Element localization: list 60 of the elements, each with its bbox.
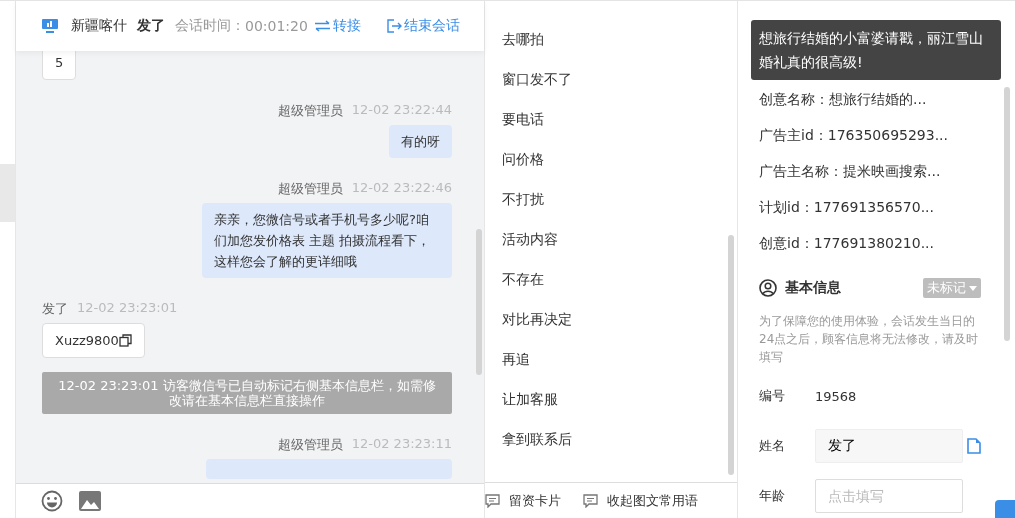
phrase-item[interactable]: 去哪拍 — [502, 19, 737, 59]
ad-info-item: 计划id：177691356570... — [759, 198, 935, 217]
message-bubble: 亲亲，您微信号或者手机号多少呢?咱们加您发价格表 主题 拍摄流程看下，这样您会了解的更详细哦 — [202, 203, 452, 278]
field-label: 编号 — [759, 387, 786, 405]
message-bubble: Xuzz9800 — [42, 323, 145, 358]
transfer-link[interactable]: 转接 — [313, 17, 361, 35]
image-icon[interactable] — [79, 491, 101, 511]
message-time: 12-02 23:22:46 — [351, 180, 452, 197]
visitor-name: 发了 — [137, 17, 165, 35]
phrase-footer-button[interactable]: 留资卡片 — [485, 491, 561, 510]
exit-icon — [387, 19, 402, 33]
tooltip: 想旅行结婚的小富婆请戳，丽江雪山婚礼真的很高级! — [751, 20, 1001, 80]
message-time: 12-02 23:23:01 — [77, 300, 178, 317]
sender-name: 超级管理员 — [277, 102, 343, 120]
monitor-icon — [41, 18, 59, 34]
phrase-item[interactable]: 要电话 — [502, 99, 737, 139]
field-label: 姓名 — [759, 437, 786, 455]
copy-icon[interactable] — [118, 334, 132, 347]
phrase-item[interactable]: 让加客服 — [502, 379, 737, 419]
comment-icon — [485, 493, 500, 508]
phrase-item[interactable]: 拿到联系后 — [502, 419, 737, 459]
ad-info-item: 创意id：177691380210... — [759, 234, 935, 253]
comment-icon — [583, 493, 598, 508]
message-bubble: 有的呀 — [389, 125, 452, 158]
channel-name: 新疆喀什 — [71, 17, 127, 35]
field-value: 19568 — [815, 388, 857, 404]
field-label: 年龄 — [759, 487, 786, 505]
scrollbar-thumb[interactable] — [1004, 87, 1010, 341]
end-session-link[interactable]: 结束会话 — [387, 17, 460, 35]
phrase-item[interactable]: 不打扰 — [502, 179, 737, 219]
phrase-item[interactable]: 对比再决定 — [502, 299, 737, 339]
phrase-footer-button[interactable]: 收起图文常用语 — [583, 491, 698, 510]
sender-name: 超级管理员 — [277, 180, 343, 198]
scrollbar-thumb[interactable] — [728, 235, 734, 475]
phrase-item[interactable]: 再追 — [502, 339, 737, 379]
sender-name: 超级管理员 — [277, 436, 343, 454]
message-time: 12-02 23:22:44 — [351, 102, 452, 119]
ad-info-item: 广告主名称：提米映画搜索... — [759, 162, 942, 181]
ad-info-item: 创意名称：想旅行结婚的... — [759, 90, 928, 109]
swap-icon — [313, 20, 331, 32]
section-title: 基本信息 — [785, 279, 841, 297]
phrase-item[interactable]: 活动内容 — [502, 219, 737, 259]
document-icon[interactable] — [967, 438, 981, 454]
age-field[interactable]: 点击填写 — [815, 479, 963, 513]
user-icon — [759, 279, 777, 297]
message-time: 12-02 23:23:11 — [351, 436, 452, 453]
caret-icon — [969, 285, 977, 291]
sender-name: 发了 — [42, 300, 68, 318]
emoji-icon[interactable] — [41, 490, 63, 512]
name-field[interactable]: 发了 — [815, 429, 963, 463]
system-notice: 12-02 23:23:01 访客微信号已自动标记右侧基本信息栏，如需修改请在基本信息栏直接操作 — [42, 372, 452, 414]
notice-text: 为了保障您的使用体验，会话发生当日的24点之后，顾客信息将无法修改，请及时填写 — [759, 313, 980, 366]
scrollbar-thumb[interactable] — [476, 229, 482, 375]
session-time: 00:01:20 — [245, 18, 308, 34]
ad-info-item: 广告主id：176350695293... — [759, 126, 949, 145]
phrase-item[interactable]: 窗口发不了 — [502, 59, 737, 99]
phrase-item[interactable]: 问价格 — [502, 139, 737, 179]
message-bubble: 5 — [42, 51, 77, 80]
phrase-item[interactable]: 不存在 — [502, 259, 737, 299]
session-label: 会话时间： — [175, 17, 245, 35]
